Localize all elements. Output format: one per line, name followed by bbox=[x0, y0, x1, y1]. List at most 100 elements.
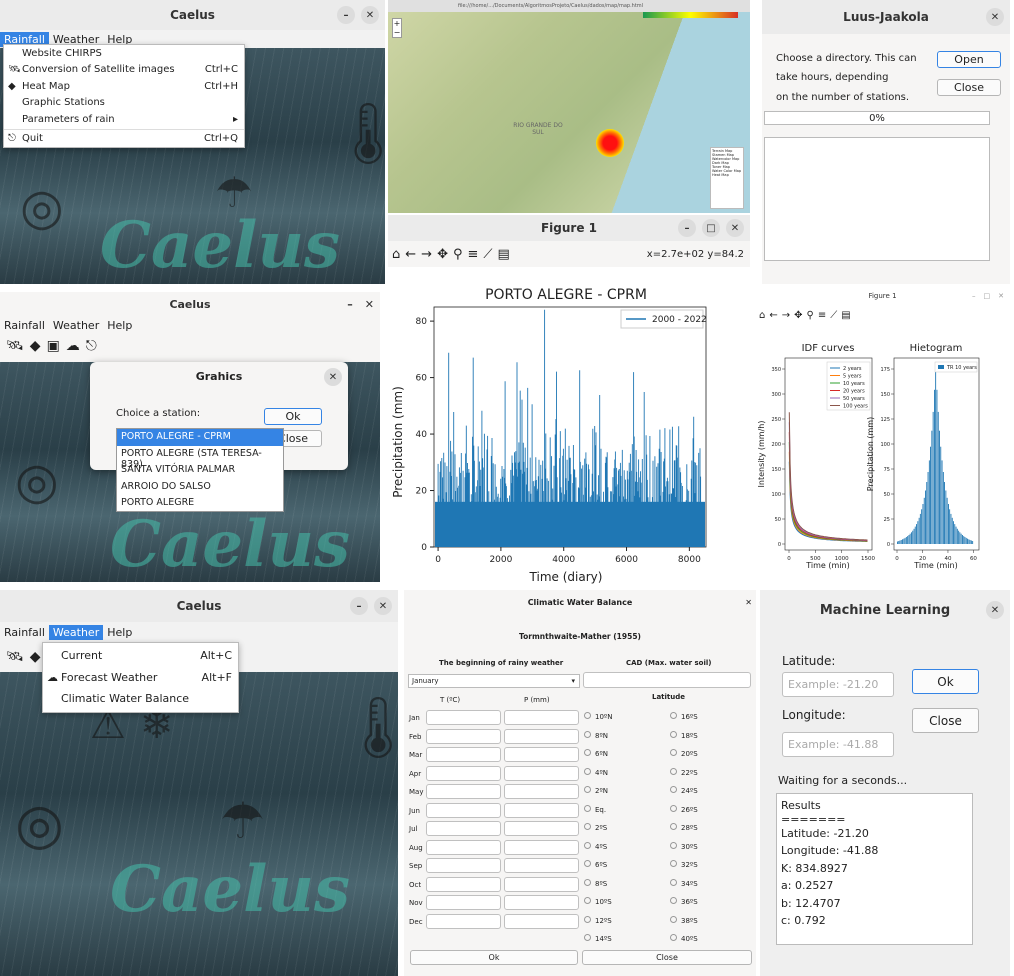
precipitation-input[interactable] bbox=[504, 765, 579, 781]
menu-help[interactable]: Help bbox=[103, 318, 136, 333]
brazil-map-icon[interactable]: ◆ bbox=[30, 338, 41, 354]
dialog-close-button[interactable]: ✕ bbox=[324, 368, 342, 386]
station-option[interactable]: PORTO ALEGRE (STA TERESA-839) bbox=[117, 446, 283, 470]
temperature-input[interactable] bbox=[426, 895, 501, 910]
latitude-radio[interactable]: 6ºS bbox=[584, 860, 607, 869]
temperature-input[interactable] bbox=[426, 858, 501, 873]
temperature-input[interactable] bbox=[426, 821, 501, 836]
precipitation-input[interactable] bbox=[504, 710, 579, 725]
temperature-input[interactable] bbox=[426, 728, 501, 744]
pan-icon[interactable]: ✥ bbox=[794, 310, 802, 321]
close-button[interactable]: ✕ bbox=[361, 6, 379, 24]
temperature-input[interactable] bbox=[426, 710, 501, 725]
zoom-icon[interactable]: ⚲ bbox=[807, 310, 814, 321]
latitude-radio[interactable]: 28ºS bbox=[670, 823, 698, 832]
edit-axis-icon[interactable]: ⟋ bbox=[830, 310, 837, 321]
latitude-radio[interactable]: 22ºS bbox=[670, 767, 698, 777]
latitude-radio[interactable]: 32ºS bbox=[670, 860, 698, 869]
latitude-radio[interactable]: 18ºS bbox=[670, 730, 698, 740]
home-icon[interactable]: ⌂ bbox=[759, 310, 765, 321]
latitude-input[interactable]: Example: -21.20 bbox=[782, 672, 894, 697]
latitude-radio[interactable]: 26ºS bbox=[670, 804, 698, 814]
zoom-control[interactable]: + − bbox=[392, 18, 402, 38]
latitude-radio[interactable]: Eq. bbox=[584, 804, 606, 814]
latitude-radio[interactable]: 34ºS bbox=[670, 878, 698, 888]
zoom-icon[interactable]: ⚲ bbox=[453, 247, 463, 262]
menu-help[interactable]: Help bbox=[103, 625, 136, 640]
edit-axis-icon[interactable]: ⟋ bbox=[483, 247, 492, 262]
save-icon[interactable]: ▤ bbox=[841, 310, 850, 321]
longitude-input[interactable]: Example: -41.88 bbox=[782, 732, 894, 757]
close-dialog-button[interactable]: Close bbox=[912, 708, 979, 733]
latitude-radio[interactable]: 6ºN bbox=[584, 749, 608, 758]
menu-item-conversion[interactable]: 🛰Conversion of Satellite images Ctrl+C bbox=[4, 62, 244, 79]
precipitation-input[interactable] bbox=[504, 876, 579, 892]
precipitation-input[interactable] bbox=[504, 895, 579, 910]
station-option[interactable]: PORTO ALEGRE bbox=[117, 495, 283, 512]
configure-icon[interactable]: ≡ bbox=[818, 310, 826, 321]
chart-icon[interactable]: ▣ bbox=[47, 338, 60, 354]
latitude-radio[interactable]: 4ºN bbox=[584, 767, 608, 777]
close-button[interactable]: ✕ bbox=[998, 292, 1004, 300]
menu-item-current[interactable]: Current Alt+C bbox=[43, 645, 238, 667]
pan-icon[interactable]: ✥ bbox=[437, 247, 448, 262]
configure-icon[interactable]: ≡ bbox=[468, 247, 479, 262]
precipitation-input[interactable] bbox=[504, 839, 579, 855]
latitude-radio[interactable]: 12ºS bbox=[584, 915, 612, 925]
close-button[interactable]: ✕ bbox=[745, 598, 752, 607]
latitude-radio[interactable]: 36ºS bbox=[670, 897, 698, 906]
close-button[interactable]: ✕ bbox=[986, 8, 1004, 26]
close-button[interactable]: ✕ bbox=[986, 601, 1004, 619]
station-option[interactable]: ARROIO DO SALSO bbox=[117, 479, 283, 496]
precipitation-input[interactable] bbox=[504, 821, 579, 836]
latitude-radio[interactable]: 10ºN bbox=[584, 712, 612, 721]
menu-rainfall[interactable]: Rainfall bbox=[0, 318, 49, 333]
latitude-radio[interactable]: 16ºS bbox=[670, 712, 698, 721]
menu-item-forecast-weather[interactable]: ☁ Forecast Weather Alt+F bbox=[43, 667, 238, 689]
precipitation-input[interactable] bbox=[504, 728, 579, 744]
menu-weather[interactable]: Weather bbox=[49, 318, 103, 333]
temperature-input[interactable] bbox=[426, 913, 501, 929]
precipitation-input[interactable] bbox=[504, 802, 579, 818]
latitude-radio[interactable]: 8ºS bbox=[584, 878, 607, 888]
ok-button[interactable]: Ok bbox=[264, 408, 322, 425]
menu-item-quit[interactable]: ⎋ Quit Ctrl+Q bbox=[4, 131, 244, 148]
forward-icon[interactable]: → bbox=[421, 247, 432, 262]
close-dialog-button[interactable]: Close bbox=[582, 950, 752, 965]
menu-item-parameters-of-rain[interactable]: Parameters of rain ▸ bbox=[4, 111, 244, 128]
latitude-radio[interactable]: 40ºS bbox=[670, 934, 698, 943]
precipitation-input[interactable] bbox=[504, 913, 579, 929]
latitude-radio[interactable]: 2ºN bbox=[584, 786, 608, 795]
layer-option[interactable]: Heat Map bbox=[712, 173, 742, 177]
minimize-button[interactable]: – bbox=[972, 292, 976, 300]
latitude-radio[interactable]: 10ºS bbox=[584, 897, 612, 906]
close-button[interactable]: ✕ bbox=[365, 298, 374, 311]
latitude-radio[interactable]: 2ºS bbox=[584, 823, 607, 832]
back-icon[interactable]: ← bbox=[769, 310, 777, 321]
exit-icon[interactable]: ⎋ bbox=[86, 338, 97, 354]
latitude-radio[interactable]: 38ºS bbox=[670, 915, 698, 925]
menu-weather[interactable]: Weather bbox=[48, 624, 104, 640]
close-button[interactable]: ✕ bbox=[374, 597, 392, 615]
log-textarea[interactable] bbox=[764, 137, 990, 261]
map-area[interactable]: + − RIO GRANDE DO SUL Terrain Map Stamen M… bbox=[388, 12, 750, 213]
back-icon[interactable]: ← bbox=[405, 247, 416, 262]
menu-item-climatic-water-balance[interactable]: Climatic Water Balance bbox=[43, 688, 238, 710]
latitude-radio[interactable]: 24ºS bbox=[670, 786, 698, 795]
precipitation-input[interactable] bbox=[504, 858, 579, 873]
temperature-input[interactable] bbox=[426, 784, 501, 799]
menu-rainfall[interactable]: Rainfall bbox=[0, 625, 49, 640]
cloud-icon[interactable]: ☁ bbox=[66, 338, 80, 354]
menu-item-website-chirps[interactable]: Website CHIRPS bbox=[4, 45, 244, 62]
minimize-button[interactable]: – bbox=[337, 6, 355, 24]
close-dialog-button[interactable]: Close bbox=[937, 79, 1001, 96]
temperature-input[interactable] bbox=[426, 747, 501, 762]
save-icon[interactable]: ▤ bbox=[498, 247, 510, 262]
brazil-map-icon[interactable]: ◆ bbox=[30, 649, 41, 665]
minimize-button[interactable]: – bbox=[350, 597, 368, 615]
station-option[interactable]: PORTO ALEGRE - CPRM bbox=[117, 429, 283, 446]
url-bar[interactable]: file:///home/.../Documents/AlgoritmosPro… bbox=[458, 3, 643, 9]
temperature-input[interactable] bbox=[426, 802, 501, 818]
latitude-radio[interactable]: 20ºS bbox=[670, 749, 698, 758]
ok-button[interactable]: Ok bbox=[410, 950, 578, 965]
